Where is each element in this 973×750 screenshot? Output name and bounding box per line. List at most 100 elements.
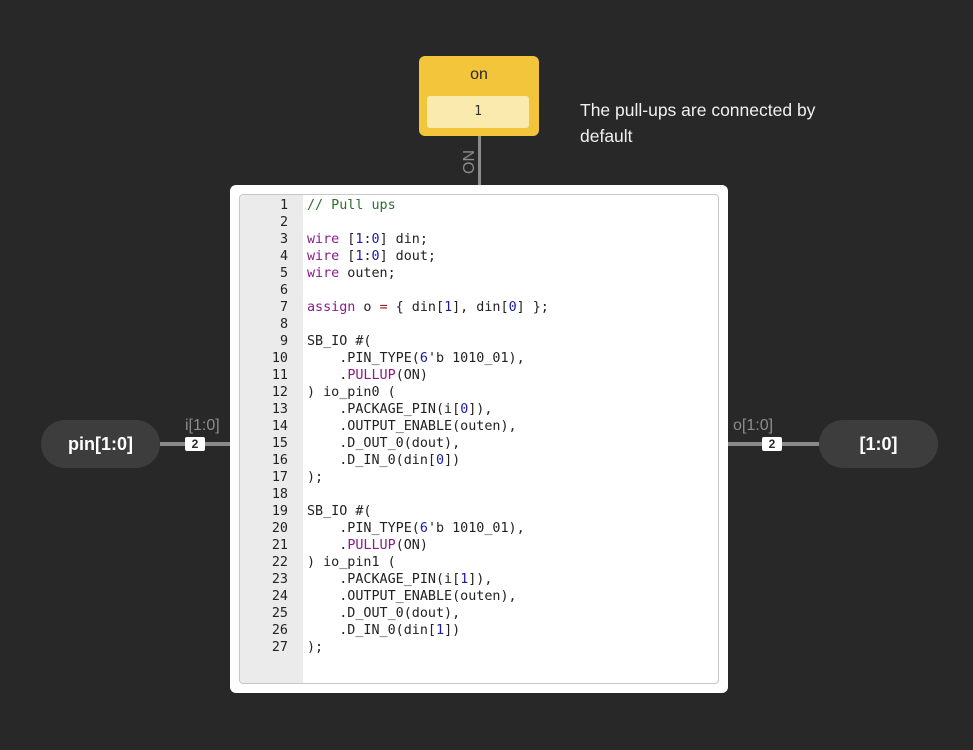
line-number: 11	[271, 368, 288, 383]
code-line[interactable]: 26 .D_IN_0(din[1])	[240, 622, 718, 639]
line-number: 10	[271, 351, 288, 366]
input-pin-node[interactable]: pin[1:0]	[41, 420, 160, 468]
code-token: (ON)	[395, 538, 428, 553]
code-line[interactable]: 27);	[240, 639, 718, 656]
code-line[interactable]: 22 ) io_pin1 (	[240, 554, 718, 571]
code-token: ])	[444, 623, 461, 638]
code-text: .D_IN_0(din[0])	[307, 452, 460, 469]
code-token: ] din;	[379, 232, 428, 247]
code-token: wire	[307, 249, 340, 264]
code-line[interactable]: 2	[240, 214, 718, 231]
code-editor[interactable]: 1// Pull ups 2 3 wire [1:0] din; 4 wire [1:0]…	[239, 194, 719, 684]
code-text: ) io_pin0 (	[307, 384, 396, 401]
code-token: ])	[444, 453, 461, 468]
code-text: .D_OUT_0(dout),	[307, 605, 460, 622]
line-number: 27	[271, 640, 288, 655]
code-text: .PACKAGE_PIN(i[1]),	[307, 571, 492, 588]
code-line[interactable]: 1 // Pull ups	[240, 197, 718, 214]
line-number: 5	[279, 266, 288, 281]
code-text: ) io_pin1 (	[307, 554, 396, 571]
output-bus-width-badge: 2	[762, 437, 782, 451]
code-line[interactable]: 3 wire [1:0] din;	[240, 231, 718, 248]
line-number: 8	[279, 317, 288, 332]
code-token: ) io_pin1 (	[307, 555, 396, 570]
code-line[interactable]: 13 .PACKAGE_PIN(i[0]),	[240, 401, 718, 418]
code-lines: 1// Pull ups 2 3 wire [1:0] din; 4 wire [1:0]…	[240, 197, 718, 656]
code-line[interactable]: 4 wire [1:0] dout;	[240, 248, 718, 265]
code-line[interactable]: 6	[240, 282, 718, 299]
code-token: .D_OUT_0(dout),	[307, 606, 461, 621]
input-port-label: i[1:0]	[185, 417, 220, 434]
annotation-note: The pull-ups are connected by default	[580, 100, 816, 146]
code-line[interactable]: 21 .PULLUP(ON)	[240, 537, 718, 554]
code-token: .	[307, 538, 348, 553]
code-text: SB_IO #(	[307, 333, 372, 350]
code-line[interactable]: 25 .D_OUT_0(dout),	[240, 605, 718, 622]
line-number: 23	[271, 572, 288, 587]
line-number: 6	[279, 283, 288, 298]
constant-wire-label: ON	[461, 150, 478, 174]
line-number: 4	[279, 249, 288, 264]
code-line[interactable]: 10 .PIN_TYPE(6'b 1010_01),	[240, 350, 718, 367]
code-token: =	[379, 300, 388, 315]
line-number: 19	[271, 504, 288, 519]
line-number: 20	[271, 521, 288, 536]
line-number: 14	[271, 419, 288, 434]
code-token: .D_IN_0(din[	[307, 453, 436, 468]
code-token: .PACKAGE_PIN(i[	[307, 572, 461, 587]
code-line[interactable]: 8	[240, 316, 718, 333]
code-token: .OUTPUT_ENABLE(outen),	[307, 419, 517, 434]
code-token: [	[339, 249, 356, 264]
circuit-canvas[interactable]: on 1 ON The pull-ups are connected by de…	[0, 0, 973, 750]
code-text: .PULLUP(ON)	[307, 367, 428, 384]
code-line[interactable]: 18	[240, 486, 718, 503]
code-token: :	[363, 249, 372, 264]
code-line[interactable]: 5 wire outen;	[240, 265, 718, 282]
line-number: 15	[271, 436, 288, 451]
code-line[interactable]: 11 .PULLUP(ON)	[240, 367, 718, 384]
line-number: 22	[271, 555, 288, 570]
code-token: 0	[371, 249, 380, 264]
line-number: 16	[271, 453, 288, 468]
code-line[interactable]: 17);	[240, 469, 718, 486]
code-token: outen;	[339, 266, 396, 281]
line-number: 21	[271, 538, 288, 553]
code-text: .D_OUT_0(dout),	[307, 435, 460, 452]
code-line[interactable]: 14 .OUTPUT_ENABLE(outen),	[240, 418, 718, 435]
code-token: .	[307, 368, 348, 383]
code-token: assign	[307, 300, 356, 315]
code-line[interactable]: 9 SB_IO #(	[240, 333, 718, 350]
code-line[interactable]: 15 .D_OUT_0(dout),	[240, 435, 718, 452]
code-line[interactable]: 12) io_pin0 (	[240, 384, 718, 401]
code-token: ], din[	[452, 300, 509, 315]
code-line[interactable]: 24 .OUTPUT_ENABLE(outen),	[240, 588, 718, 605]
code-line[interactable]: 20 .PIN_TYPE(6'b 1010_01),	[240, 520, 718, 537]
code-text: .PIN_TYPE(6'b 1010_01),	[307, 350, 524, 367]
code-line[interactable]: 16 .D_IN_0(din[0])	[240, 452, 718, 469]
code-text: wire [1:0] din;	[307, 231, 428, 248]
verilog-module-node[interactable]: 1// Pull ups 2 3 wire [1:0] din; 4 wire [1:0]…	[230, 185, 728, 693]
line-number: 3	[279, 232, 288, 247]
code-token: PULLUP	[347, 368, 396, 383]
code-token: wire	[307, 232, 340, 247]
code-text: .PACKAGE_PIN(i[0]),	[307, 401, 492, 418]
code-line[interactable]: 7 assign o = { din[1], din[0] };	[240, 299, 718, 316]
line-number: 13	[271, 402, 288, 417]
output-pin-node[interactable]: [1:0]	[819, 420, 938, 468]
line-number: 17	[271, 470, 288, 485]
line-number: 9	[279, 334, 288, 349]
code-text: assign o = { din[1], din[0] };	[307, 299, 549, 316]
code-text: .PULLUP(ON)	[307, 537, 428, 554]
code-token: .PACKAGE_PIN(i[	[307, 402, 461, 417]
code-token: ]),	[468, 572, 493, 587]
code-text: );	[307, 469, 323, 486]
constant-value-field[interactable]: 1	[427, 96, 529, 128]
code-line[interactable]: 23 .PACKAGE_PIN(i[1]),	[240, 571, 718, 588]
code-text: // Pull ups	[307, 197, 396, 214]
code-token: .D_OUT_0(dout),	[307, 436, 461, 451]
constant-node-on[interactable]: on 1	[419, 56, 539, 136]
code-line[interactable]: 19 SB_IO #(	[240, 503, 718, 520]
code-token: ]),	[468, 402, 493, 417]
code-token: );	[307, 470, 324, 485]
code-text: .OUTPUT_ENABLE(outen),	[307, 418, 517, 435]
